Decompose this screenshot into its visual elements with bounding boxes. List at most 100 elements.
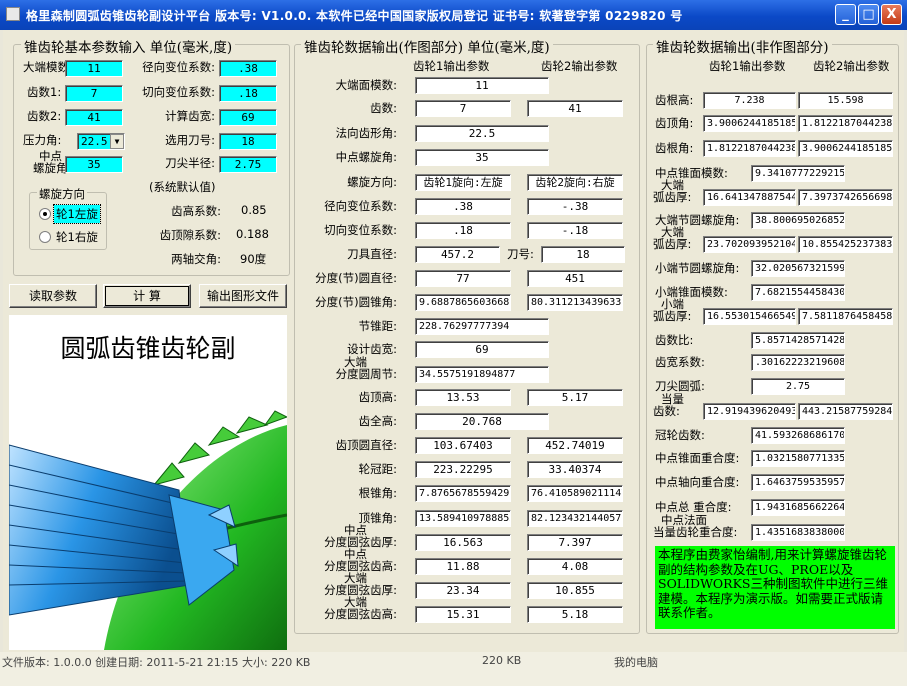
mid-row-value-1[interactable]: 16.563 bbox=[415, 534, 511, 551]
mid-row-value-2[interactable]: 80.3112134396332 bbox=[527, 294, 623, 311]
mid-row-value-1[interactable]: 11.88 bbox=[415, 558, 511, 575]
chevron-down-icon[interactable]: ▼ bbox=[110, 134, 124, 149]
title-bar: 格里森制圆弧齿锥齿轮副设计平台 版本号: V1.0.0. 本软件已经中国国家版权… bbox=[0, 0, 907, 30]
mid-row-value-1[interactable]: 69 bbox=[415, 341, 549, 358]
right-row-value-1[interactable]: 1.0321580771335 bbox=[751, 450, 845, 467]
right-row-value-2[interactable]: 3.9006244185185 bbox=[798, 140, 893, 157]
right-row-value-2[interactable]: 7.5811876458458 bbox=[798, 308, 893, 325]
mid-row-value-1[interactable]: 13.5894109788853 bbox=[415, 510, 511, 527]
left-hand-label[interactable]: 轮1左旋 bbox=[53, 204, 101, 224]
right-row-value-1[interactable]: 7.238 bbox=[703, 92, 796, 109]
mid-row-label: 大端 分度圆周节: bbox=[297, 356, 397, 380]
right-row-value-1[interactable]: 1.8122187044238 bbox=[703, 140, 796, 157]
mid-row-label: 刀具直径: bbox=[347, 247, 397, 261]
mid-row-value-2[interactable]: 33.40374 bbox=[527, 461, 623, 478]
mid-row-value-2[interactable]: 18 bbox=[541, 246, 625, 263]
mid-row-value-1[interactable]: 103.67403 bbox=[415, 437, 511, 454]
close-button[interactable]: X bbox=[881, 4, 902, 25]
mid-row-value-1[interactable]: 齿轮1旋向:左旋 bbox=[415, 174, 511, 191]
mid-row-value-1[interactable]: 15.31 bbox=[415, 606, 511, 623]
right-row-value-1[interactable]: 12.919439620493 bbox=[703, 403, 796, 420]
right-row-value-2[interactable]: 1.8122187044238 bbox=[798, 115, 893, 132]
radial-field[interactable]: .38 bbox=[219, 60, 277, 77]
mid-row-value-1[interactable]: 11 bbox=[415, 77, 549, 94]
mid-row-value-1[interactable]: 77 bbox=[415, 270, 511, 287]
computer-label: 我的电脑 bbox=[614, 656, 658, 669]
mid-row-value-1[interactable]: 228.76297777394 bbox=[415, 318, 549, 335]
spiral-field[interactable]: 35 bbox=[65, 156, 123, 173]
right-row-label: 齿根高: bbox=[655, 93, 694, 107]
right-row-value-1[interactable]: 16.641347887544 bbox=[703, 189, 796, 206]
right-row-value-1[interactable]: 38.800695026852 bbox=[751, 212, 845, 229]
mid-row-value-1[interactable]: 34.5575191894877 bbox=[415, 366, 549, 383]
right-row-value-2[interactable]: 443.21587759284 bbox=[798, 403, 893, 420]
mid-row-value-2[interactable]: 4.08 bbox=[527, 558, 623, 575]
pressure-select[interactable]: 22.5 ▼ bbox=[77, 133, 125, 150]
mid-row-value-1[interactable]: 223.22295 bbox=[415, 461, 511, 478]
maximize-button[interactable]: □ bbox=[858, 4, 879, 25]
calculate-button[interactable]: 计 算 bbox=[103, 284, 191, 308]
right-hand-label[interactable]: 轮1右旋 bbox=[56, 229, 98, 245]
mid-row-value-1[interactable]: 23.34 bbox=[415, 582, 511, 599]
right-row-value-1[interactable]: 1.6463759535957 bbox=[751, 474, 845, 491]
mid-row-value-2[interactable]: 5.17 bbox=[527, 389, 623, 406]
right-row-value-1[interactable]: 32.020567321599 bbox=[751, 260, 845, 277]
mid-row-value-1[interactable]: 13.53 bbox=[415, 389, 511, 406]
nondrawing-output-title: 锥齿轮数据输出(非作图部分) bbox=[653, 36, 832, 56]
input-group-title: 锥齿轮基本参数输入 单位(毫米,度) bbox=[21, 36, 236, 56]
right-row-value-1[interactable]: 9.3410777229215 bbox=[751, 165, 845, 182]
read-params-button[interactable]: 读取参数 bbox=[9, 284, 97, 308]
cutter-field[interactable]: 18 bbox=[219, 133, 277, 150]
z1-field[interactable]: 7 bbox=[65, 85, 123, 102]
mid-row-value-1[interactable]: 457.2 bbox=[415, 246, 500, 263]
left-hand-radio[interactable] bbox=[39, 208, 51, 220]
mid-row-label: 大端 分度圆弦齿高: bbox=[297, 596, 397, 620]
mid-row-value-2[interactable]: 76.4105890211147 bbox=[527, 485, 623, 502]
right-row-label: 中点轴向重合度: bbox=[655, 475, 740, 489]
right-row-value-1[interactable]: 3.9006244185185 bbox=[703, 115, 796, 132]
mid-row-value-1[interactable]: 20.768 bbox=[415, 413, 549, 430]
mid-row-value-2[interactable]: 齿轮2旋向:右旋 bbox=[527, 174, 623, 191]
mid-row-label: 径向变位系数: bbox=[324, 199, 397, 213]
mid-row-value-1[interactable]: .18 bbox=[415, 222, 511, 239]
right-row-value-1[interactable]: 1.9431685662264 bbox=[751, 499, 845, 516]
right-row-value-1[interactable]: 41.593268686170 bbox=[751, 427, 845, 444]
right-row-value-1[interactable]: 2.75 bbox=[751, 378, 845, 395]
right-row-value-1[interactable]: 7.6821554458430 bbox=[751, 284, 845, 301]
right-row-label: 齿宽系数: bbox=[655, 355, 705, 369]
mid-row-value-2[interactable]: 7.397 bbox=[527, 534, 623, 551]
right-row-value-2[interactable]: 7.3973742656698 bbox=[798, 189, 893, 206]
mid-row-label: 切向变位系数: bbox=[324, 223, 397, 237]
right-hand-radio[interactable] bbox=[39, 231, 51, 243]
right-row-value-1[interactable]: 5.8571428571428 bbox=[751, 332, 845, 349]
tangential-field[interactable]: .18 bbox=[219, 85, 277, 102]
mid-row-value-2[interactable]: -.18 bbox=[527, 222, 623, 239]
right-row-value-2[interactable]: 15.598 bbox=[798, 92, 893, 109]
mid-row-value-1[interactable]: 7.8765678559429 bbox=[415, 485, 511, 502]
calc-width-field[interactable]: 69 bbox=[219, 109, 277, 126]
mid-row-value-1[interactable]: .38 bbox=[415, 198, 511, 215]
minimize-button[interactable]: _ bbox=[835, 4, 856, 25]
right-row-value-1[interactable]: .30162223219608 bbox=[751, 354, 845, 371]
mid-row-value-1[interactable]: 22.5 bbox=[415, 125, 549, 142]
mid-row-value-2[interactable]: 5.18 bbox=[527, 606, 623, 623]
mid-row-value-1[interactable]: 9.6887865603668 bbox=[415, 294, 511, 311]
right-row-value-2[interactable]: 10.855425237383 bbox=[798, 236, 893, 253]
mid-row-value-2[interactable]: 41 bbox=[527, 100, 623, 117]
mid-row-value-2[interactable]: 451 bbox=[527, 270, 623, 287]
right-row-value-1[interactable]: 1.4351683838000 bbox=[751, 524, 845, 541]
z2-field[interactable]: 41 bbox=[65, 109, 123, 126]
mid-row-value-2[interactable]: 10.855 bbox=[527, 582, 623, 599]
mid-row-value-2[interactable]: 82.1234321440571 bbox=[527, 510, 623, 527]
export-button[interactable]: 输出图形文件 bbox=[199, 284, 287, 308]
mid-row-label: 螺旋方向: bbox=[347, 175, 397, 189]
mid-row-value-1[interactable]: 7 bbox=[415, 100, 511, 117]
right-row-value-1[interactable]: 23.702093952104 bbox=[703, 236, 796, 253]
mid-row-value-2[interactable]: -.38 bbox=[527, 198, 623, 215]
mid-row-value-2[interactable]: 452.74019 bbox=[527, 437, 623, 454]
right-row-value-1[interactable]: 16.553015466549 bbox=[703, 308, 796, 325]
mid-row-value-1[interactable]: 35 bbox=[415, 149, 549, 166]
module-field[interactable]: 11 bbox=[65, 60, 123, 77]
right-row-label: 齿根角: bbox=[655, 141, 694, 155]
tip-radius-field[interactable]: 2.75 bbox=[219, 156, 277, 173]
